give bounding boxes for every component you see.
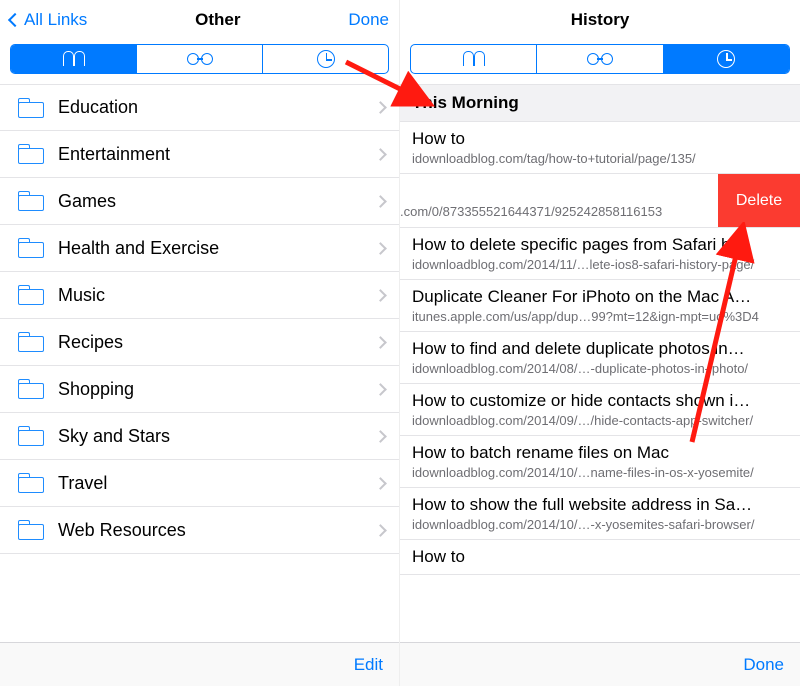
folder-label: Travel: [58, 473, 376, 494]
navbar: History: [400, 0, 800, 40]
bookmarks-pane: All Links Other Done Education Entertainm…: [0, 0, 400, 686]
page-title: Other: [195, 10, 240, 30]
folder-icon: [18, 98, 44, 118]
folder-label: Sky and Stars: [58, 426, 376, 447]
history-url: idownloadblog.com/2014/08/…-duplicate-ph…: [412, 361, 788, 376]
toolbar: Done: [400, 642, 800, 686]
folder-row[interactable]: Sky and Stars: [0, 413, 399, 460]
history-item[interactable]: How to find and delete duplicate photos …: [400, 332, 800, 384]
glasses-icon: [587, 53, 613, 65]
tab-history[interactable]: [664, 45, 789, 73]
folder-icon: [18, 238, 44, 258]
history-pane: History This Morning How to idownloadblog.…: [400, 0, 800, 686]
edit-button[interactable]: Edit: [354, 655, 383, 675]
folder-icon: [18, 379, 44, 399]
folder-icon: [18, 426, 44, 446]
history-item[interactable]: How to: [400, 540, 800, 575]
history-title: How to batch rename files on Mac: [412, 443, 788, 463]
history-url: idownloadblog.com/2014/10/…-x-yosemites-…: [412, 517, 788, 532]
history-item[interactable]: Duplicate Cleaner For iPhoto on the Mac …: [400, 280, 800, 332]
folder-label: Music: [58, 285, 376, 306]
glasses-icon: [187, 53, 213, 65]
folder-icon: [18, 520, 44, 540]
history-title: How to: [412, 129, 788, 149]
tab-history[interactable]: [263, 45, 388, 73]
back-label: All Links: [24, 10, 87, 30]
folder-label: Games: [58, 191, 376, 212]
folder-row[interactable]: Music: [0, 272, 399, 319]
chevron-right-icon: [374, 336, 387, 349]
folder-icon: [18, 473, 44, 493]
history-url: itunes.apple.com/us/app/dup…99?mt=12&ign…: [412, 309, 788, 324]
folder-icon: [18, 332, 44, 352]
folder-label: Entertainment: [58, 144, 376, 165]
back-button[interactable]: All Links: [10, 10, 87, 30]
navbar: All Links Other Done: [0, 0, 399, 40]
history-title: How to show the full website address in …: [412, 495, 788, 515]
clock-icon: [317, 50, 335, 68]
done-button[interactable]: Done: [743, 655, 784, 675]
folder-row[interactable]: Games: [0, 178, 399, 225]
history-title: How to: [412, 547, 788, 567]
history-item[interactable]: How to idownloadblog.com/tag/how-to+tutor…: [400, 122, 800, 174]
history-item[interactable]: How to batch rename files on Mac idownloa…: [400, 436, 800, 488]
history-url: idownloadblog.com/tag/how-to+tutorial/pa…: [412, 151, 788, 166]
history-item[interactable]: How to delete specific pages from Safari…: [400, 228, 800, 280]
chevron-right-icon: [374, 242, 387, 255]
folder-row[interactable]: Travel: [0, 460, 399, 507]
chevron-right-icon: [374, 383, 387, 396]
folder-row[interactable]: Shopping: [0, 366, 399, 413]
chevron-right-icon: [374, 477, 387, 490]
folder-row[interactable]: Web Resources: [0, 507, 399, 554]
history-url: idownloadblog.com/2014/09/…/hide-contact…: [412, 413, 788, 428]
page-title: History: [571, 10, 630, 30]
history-list: This Morning How to idownloadblog.com/tag/…: [400, 84, 800, 642]
history-url: idownloadblog.com/2014/11/…lete-ios8-saf…: [412, 257, 788, 272]
history-item-swiped[interactable]: .com/0/873355521644371/925242858116153 De…: [400, 174, 800, 228]
folder-label: Web Resources: [58, 520, 376, 541]
section-header: This Morning: [400, 84, 800, 122]
chevron-right-icon: [374, 430, 387, 443]
chevron-left-icon: [8, 13, 22, 27]
tab-reading-list[interactable]: [537, 45, 663, 73]
tab-bookmarks[interactable]: [11, 45, 137, 73]
folder-label: Shopping: [58, 379, 376, 400]
folder-list: Education Entertainment Games Health and Ex…: [0, 84, 399, 642]
delete-button[interactable]: Delete: [718, 174, 800, 227]
chevron-right-icon: [374, 524, 387, 537]
folder-row[interactable]: Recipes: [0, 319, 399, 366]
history-title: How to find and delete duplicate photos …: [412, 339, 788, 359]
tab-reading-list[interactable]: [137, 45, 263, 73]
segmented-control: [10, 44, 389, 74]
toolbar: Edit: [0, 642, 399, 686]
chevron-right-icon: [374, 289, 387, 302]
folder-row[interactable]: Health and Exercise: [0, 225, 399, 272]
folder-icon: [18, 144, 44, 164]
history-title: How to customize or hide contacts shown …: [412, 391, 788, 411]
clock-icon: [717, 50, 735, 68]
book-icon: [63, 50, 85, 68]
tab-bookmarks[interactable]: [411, 45, 537, 73]
chevron-right-icon: [374, 148, 387, 161]
history-title: How to delete specific pages from Safari…: [412, 235, 788, 255]
folder-row[interactable]: Entertainment: [0, 131, 399, 178]
history-title: Duplicate Cleaner For iPhoto on the Mac …: [412, 287, 788, 307]
chevron-right-icon: [374, 101, 387, 114]
history-item[interactable]: How to customize or hide contacts shown …: [400, 384, 800, 436]
book-icon: [463, 50, 485, 68]
folder-icon: [18, 191, 44, 211]
folder-row[interactable]: Education: [0, 84, 399, 131]
folder-label: Education: [58, 97, 376, 118]
folder-icon: [18, 285, 44, 305]
history-url: idownloadblog.com/2014/10/…name-files-in…: [412, 465, 788, 480]
history-url: .com/0/873355521644371/925242858116153: [400, 204, 662, 219]
chevron-right-icon: [374, 195, 387, 208]
folder-label: Recipes: [58, 332, 376, 353]
done-button[interactable]: Done: [348, 10, 389, 30]
folder-label: Health and Exercise: [58, 238, 376, 259]
history-item[interactable]: How to show the full website address in …: [400, 488, 800, 540]
segmented-control: [410, 44, 790, 74]
